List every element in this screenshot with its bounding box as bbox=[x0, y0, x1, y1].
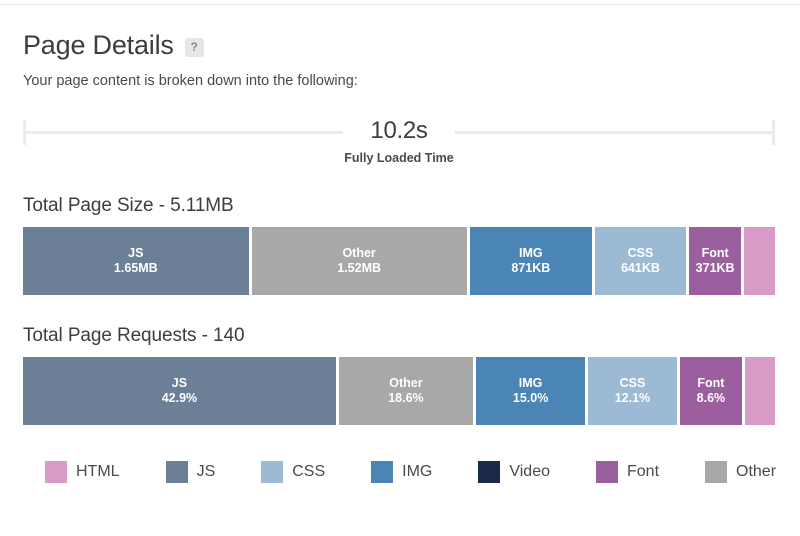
legend-label: JS bbox=[196, 463, 216, 480]
page-size-heading: Total Page Size - 5.11MB bbox=[23, 195, 234, 216]
bar-segment-label: JS bbox=[171, 376, 188, 390]
legend-item-img[interactable]: IMG bbox=[371, 461, 432, 483]
bar-segment-value: 871KB bbox=[511, 261, 551, 275]
bar-segment-value: 15.0% bbox=[512, 391, 549, 405]
legend-item-css[interactable]: CSS bbox=[261, 461, 325, 483]
page-title: Page Details bbox=[23, 30, 174, 60]
fully-loaded-value: 10.2s bbox=[356, 117, 442, 144]
bar-segment-label: Other bbox=[389, 376, 423, 390]
page-details-panel: Page Details ? Your page content is brok… bbox=[0, 0, 800, 536]
legend-swatch-icon bbox=[596, 461, 618, 483]
bar-segment-font[interactable]: Font 371KB bbox=[688, 227, 742, 295]
legend-swatch-icon bbox=[261, 461, 284, 483]
bar-segment-font[interactable]: Font 8.6% bbox=[679, 357, 743, 425]
legend-label: Video bbox=[509, 463, 550, 480]
section-page-requests: Total Page Requests - 140 JS 42.9% Other 18… bbox=[23, 325, 776, 425]
legend-swatch-icon bbox=[165, 461, 188, 483]
page-requests-heading: Total Page Requests - 140 bbox=[23, 325, 245, 346]
legend-item-js[interactable]: JS bbox=[165, 461, 216, 483]
bar-segment-label: Other bbox=[342, 246, 376, 260]
bar-segment-html[interactable] bbox=[744, 227, 776, 295]
bar-segment-img[interactable]: IMG 871KB bbox=[469, 227, 593, 295]
bar-segment-js[interactable]: JS 1.65MB bbox=[23, 227, 249, 295]
page-subtitle: Your page content is broken down into th… bbox=[23, 73, 358, 89]
bar-segment-value: 12.1% bbox=[614, 391, 651, 405]
fully-loaded-label: Fully Loaded Time bbox=[344, 151, 454, 165]
legend-swatch-icon bbox=[705, 461, 728, 483]
bar-segment-label: JS bbox=[128, 246, 144, 260]
bar-segment-img[interactable]: IMG 15.0% bbox=[475, 357, 586, 425]
content-container: Page Details ? Your page content is brok… bbox=[23, 0, 776, 483]
bar-segment-css[interactable]: CSS 12.1% bbox=[588, 357, 677, 425]
legend-swatch-icon bbox=[45, 461, 67, 483]
legend-label: IMG bbox=[402, 463, 433, 480]
legend-item-other[interactable]: Other bbox=[705, 461, 776, 483]
bar-segment-other[interactable]: Other 1.52MB bbox=[251, 227, 467, 295]
legend-label: Font bbox=[627, 463, 660, 480]
bar-segment-value: 1.52MB bbox=[337, 261, 382, 275]
bar-segment-other[interactable]: Other 18.6% bbox=[338, 357, 473, 425]
bar-segment-value: 18.6% bbox=[388, 391, 424, 405]
bar-segment-value: 641KB bbox=[620, 261, 660, 275]
bar-segment-value: 1.65MB bbox=[113, 261, 158, 275]
section-page-size: Total Page Size - 5.11MB JS 1.65MB Other 1.… bbox=[23, 195, 776, 295]
fully-loaded-timeline: 10.2s bbox=[23, 115, 775, 147]
bar-segment-html[interactable] bbox=[745, 357, 776, 425]
fully-loaded-value-wrap: 10.2s bbox=[23, 115, 775, 147]
bar-segment-label: Font bbox=[697, 376, 725, 390]
legend-item-font[interactable]: Font bbox=[596, 461, 659, 483]
bar-segment-label: IMG bbox=[518, 376, 543, 390]
bar-segment-value: 371KB bbox=[695, 261, 735, 275]
legend-label: Other bbox=[736, 463, 777, 480]
bar-segment-label: Font bbox=[701, 246, 729, 260]
page-requests-bar: JS 42.9% Other 18.6% IMG 15.0% CSS 12.1% Font 8.6… bbox=[23, 357, 776, 425]
legend-swatch-icon bbox=[371, 461, 394, 483]
chart-legend: HTML JS CSS IMG Video Font Other bbox=[23, 461, 776, 483]
title-row: Page Details ? bbox=[23, 28, 775, 62]
bar-segment-label: CSS bbox=[627, 246, 654, 260]
legend-label: CSS bbox=[292, 463, 326, 480]
legend-item-html[interactable]: HTML bbox=[45, 461, 120, 483]
bar-segment-label: IMG bbox=[519, 246, 543, 260]
bar-segment-js[interactable]: JS 42.9% bbox=[23, 357, 336, 425]
legend-swatch-icon bbox=[478, 461, 501, 483]
bar-segment-label: CSS bbox=[619, 376, 646, 390]
bar-segment-value: 8.6% bbox=[696, 391, 726, 405]
legend-label: HTML bbox=[76, 463, 120, 480]
legend-item-video[interactable]: Video bbox=[478, 461, 550, 483]
page-size-bar: JS 1.65MB Other 1.52MB IMG 871KB CSS 641KB Font 3… bbox=[23, 227, 776, 295]
help-icon[interactable]: ? bbox=[184, 37, 204, 57]
bar-segment-css[interactable]: CSS 641KB bbox=[595, 227, 686, 295]
bar-segment-value: 42.9% bbox=[161, 391, 198, 405]
